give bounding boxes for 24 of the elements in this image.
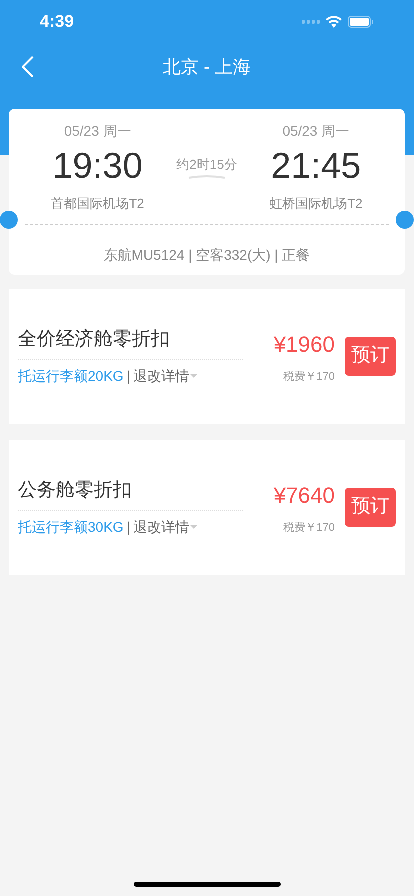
depart-airport: 首都国际机场T2	[51, 195, 144, 213]
fare-name: 公务舱零折扣	[18, 477, 243, 511]
arrive-airport: 虹桥国际机场T2	[270, 195, 363, 213]
tax-text: 税费￥170	[284, 370, 335, 385]
arrive-date: 05/23 周一	[282, 122, 350, 141]
book-button[interactable]: 预订	[345, 488, 396, 527]
book-button[interactable]: 预订	[345, 337, 396, 376]
flight-info: 东航MU5124 | 空客332(大) | 正餐	[104, 246, 310, 265]
status-time: 4:39	[40, 11, 74, 34]
baggage-link[interactable]: 托运行李额20KG	[18, 366, 124, 387]
depart-time: 19:30	[52, 144, 143, 188]
page-title: 北京 - 上海	[163, 56, 251, 78]
tax-text: 税费￥170	[284, 520, 335, 536]
rules-link[interactable]: 退改详情	[133, 366, 198, 387]
fare-price: ¥1960	[274, 330, 335, 359]
arrive-time: 21:45	[271, 144, 362, 188]
baggage-link[interactable]: 托运行李额30KG	[18, 516, 124, 538]
separator: |	[126, 518, 130, 537]
separator: |	[126, 366, 130, 386]
fare-name: 全价经济舱零折扣	[18, 326, 243, 360]
flight-duration: 约2时15分	[176, 156, 238, 174]
rules-link[interactable]: 退改详情	[133, 516, 198, 538]
fare-price: ¥7640	[274, 482, 335, 510]
depart-date: 05/23 周一	[64, 122, 132, 141]
